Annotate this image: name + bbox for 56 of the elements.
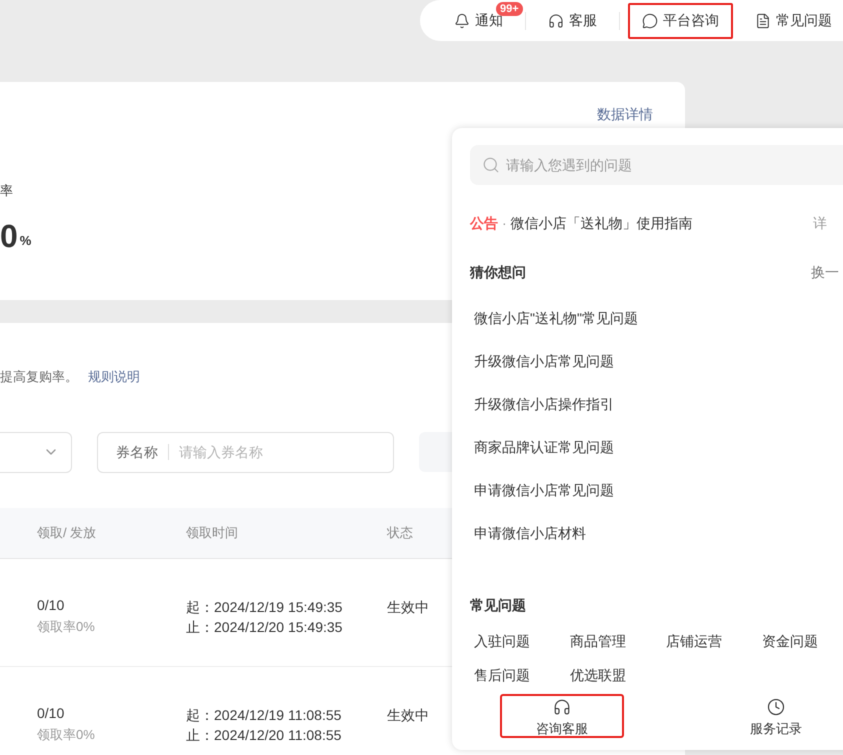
table-cell-text: 起：2024/12/19 11:08:55 xyxy=(186,706,342,724)
faq-category-link[interactable]: 资金问题 xyxy=(762,624,818,658)
top-bar-item[interactable]: 平台咨询 xyxy=(628,2,733,38)
column-header: 状态 xyxy=(387,524,413,542)
table-cell-text: 止：2024/12/20 15:49:35 xyxy=(186,618,344,636)
question-link[interactable]: 申请微信小店常见问题 xyxy=(470,469,614,512)
help-search-field[interactable]: 请输入您遇到的问题 xyxy=(470,145,843,185)
notification-badge: 99+ xyxy=(496,2,523,16)
document-icon xyxy=(755,12,771,28)
table-cell-text: 0/10 xyxy=(37,596,66,614)
chat-bubble-icon xyxy=(642,12,658,28)
stat-value: 0 xyxy=(0,218,18,254)
footer-action-button[interactable]: 服务记录 xyxy=(714,694,838,738)
coupon-name-input[interactable]: 请输入券名称 xyxy=(179,442,375,462)
question-link[interactable]: 微信小店"送礼物"常见问题 xyxy=(470,297,638,340)
question-link[interactable]: 商家品牌认证常见问题 xyxy=(470,426,614,469)
intro-text: 提高复购率。 xyxy=(0,368,78,386)
section-title: 猜你想问 xyxy=(470,263,526,282)
faq-category-link[interactable]: 店铺运营 xyxy=(666,624,722,658)
question-link[interactable]: 升级微信小店常见问题 xyxy=(470,340,614,383)
field-label: 券名称 xyxy=(116,442,158,462)
refresh-link[interactable]: 换一 xyxy=(811,262,839,283)
notice-tag: 公告 xyxy=(470,213,498,234)
table-cell-text: 生效中 xyxy=(387,706,429,724)
table-cell-text: 生效中 xyxy=(387,598,429,616)
section-title: 常见问题 xyxy=(470,596,526,615)
footer-action-button[interactable]: 咨询客服 xyxy=(500,694,624,738)
faq-category-link[interactable]: 优选联盟 xyxy=(570,658,626,692)
clock-icon xyxy=(767,698,785,716)
top-bar-item[interactable]: 常见问题 xyxy=(741,2,843,38)
data-details-link[interactable]: 数据详情 xyxy=(597,106,653,122)
column-header: 领取时间 xyxy=(186,524,239,542)
rules-link[interactable]: 规则说明 xyxy=(88,367,140,386)
help-search-input[interactable]: 请输入您遇到的问题 xyxy=(506,154,843,176)
question-link[interactable]: 申请微信小店材料 xyxy=(470,512,586,555)
faq-category-link[interactable]: 入驻问题 xyxy=(474,624,530,658)
headset-icon xyxy=(553,698,571,716)
bell-icon xyxy=(454,12,470,28)
select-field[interactable] xyxy=(0,432,72,472)
table-cell-text: 领取率0% xyxy=(37,726,96,744)
faq-category-link[interactable]: 售后问题 xyxy=(474,658,530,692)
search-icon xyxy=(482,156,500,174)
table-cell-text: 0/10 xyxy=(37,704,66,722)
question-link[interactable]: 升级微信小店操作指引 xyxy=(470,383,614,426)
stat-label: 率 xyxy=(0,182,13,200)
table-cell-text: 止：2024/12/20 11:08:55 xyxy=(186,726,342,744)
faq-category-link[interactable]: 商品管理 xyxy=(570,624,626,658)
notice-link[interactable]: 微信小店「送礼物」使用指南 xyxy=(510,213,693,234)
top-bar-item[interactable]: 客服 xyxy=(534,2,611,38)
table-cell-text: 起：2024/12/19 15:49:35 xyxy=(186,598,344,616)
column-header: 领取/ 发放 xyxy=(37,524,98,542)
table-cell-text: 领取率0% xyxy=(37,618,96,636)
headset-icon xyxy=(548,12,564,28)
separator-dot: · xyxy=(502,214,507,233)
stat-unit: % xyxy=(20,232,32,250)
coupon-name-field[interactable]: 券名称 请输入券名称 xyxy=(97,432,394,472)
